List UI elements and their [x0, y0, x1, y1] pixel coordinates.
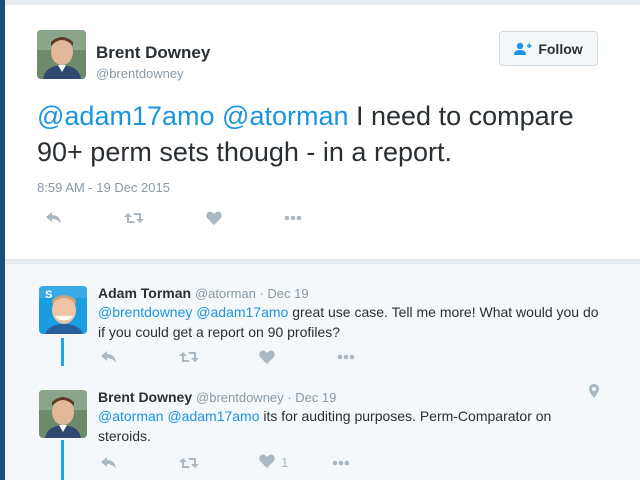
- reply-meta[interactable]: @atorman · Dec 19: [195, 286, 309, 301]
- tweet-actions: [45, 211, 302, 225]
- mention-link[interactable]: @atorman: [222, 101, 348, 131]
- mention-link[interactable]: @atorman: [98, 408, 164, 424]
- reply-text-line2: steroids.: [98, 428, 151, 444]
- mention-link[interactable]: @adam17amo: [196, 304, 288, 320]
- reply-author-name[interactable]: Brent Downey: [98, 389, 192, 405]
- more-icon[interactable]: [337, 354, 355, 360]
- reply-author: Adam Torman @atorman · Dec 19: [98, 285, 309, 301]
- reply-text: @atorman @adam17amo its for auditing pur…: [98, 406, 618, 446]
- tweet-text-line2: 90+ perm sets though - in a report.: [37, 137, 452, 167]
- mention-link[interactable]: @brentdowney: [98, 304, 192, 320]
- retweet-icon[interactable]: [179, 456, 199, 470]
- reply-meta[interactable]: @brentdowney · Dec 19: [196, 390, 336, 405]
- reply-author: Brent Downey @brentdowney · Dec 19: [98, 389, 336, 405]
- reply-author-name[interactable]: Adam Torman: [98, 285, 191, 301]
- like-icon: [259, 454, 275, 471]
- thread-line: [61, 338, 64, 366]
- reply-icon[interactable]: [100, 350, 117, 364]
- follow-user-icon: [514, 42, 532, 56]
- retweet-icon[interactable]: [179, 350, 199, 364]
- reply-text-line1: great use case. Tell me more! What would…: [288, 304, 599, 320]
- reply-text-line2: if you could get a report on 90 profiles…: [98, 324, 341, 340]
- avatar[interactable]: [39, 390, 87, 438]
- like-icon[interactable]: [206, 211, 222, 225]
- avatar[interactable]: S: [39, 286, 87, 334]
- author-handle[interactable]: @brentdowney: [96, 66, 184, 81]
- tweet-timestamp[interactable]: 8:59 AM - 19 Dec 2015: [37, 180, 170, 195]
- reply-actions: 1: [100, 454, 350, 471]
- more-icon[interactable]: [332, 460, 350, 466]
- like-count: 1: [281, 455, 289, 470]
- reply-text-line1: its for auditing purposes. Perm-Comparat…: [259, 408, 552, 424]
- mention-link[interactable]: @adam17amo: [167, 408, 259, 424]
- author-name[interactable]: Brent Downey: [96, 43, 210, 63]
- location-pin-icon[interactable]: [589, 384, 599, 403]
- like-icon[interactable]: [259, 350, 275, 364]
- like-button[interactable]: 1: [259, 454, 288, 471]
- follow-button[interactable]: Follow: [499, 31, 598, 66]
- more-icon[interactable]: [284, 215, 302, 221]
- reply-text: @brentdowney @adam17amo great use case. …: [98, 302, 618, 342]
- tweet-text-line1: I need to compare: [348, 101, 574, 131]
- mention-link[interactable]: @adam17amo: [37, 101, 215, 131]
- tweet-text: @adam17amo @atorman I need to compare 90…: [37, 98, 617, 170]
- reply-icon[interactable]: [45, 211, 62, 225]
- retweet-icon[interactable]: [124, 211, 144, 225]
- reply-icon[interactable]: [100, 456, 117, 470]
- thread-line: [61, 440, 64, 480]
- avatar[interactable]: [37, 30, 86, 79]
- svg-text:S: S: [45, 289, 52, 301]
- follow-label: Follow: [538, 40, 583, 57]
- reply-actions: [100, 350, 355, 364]
